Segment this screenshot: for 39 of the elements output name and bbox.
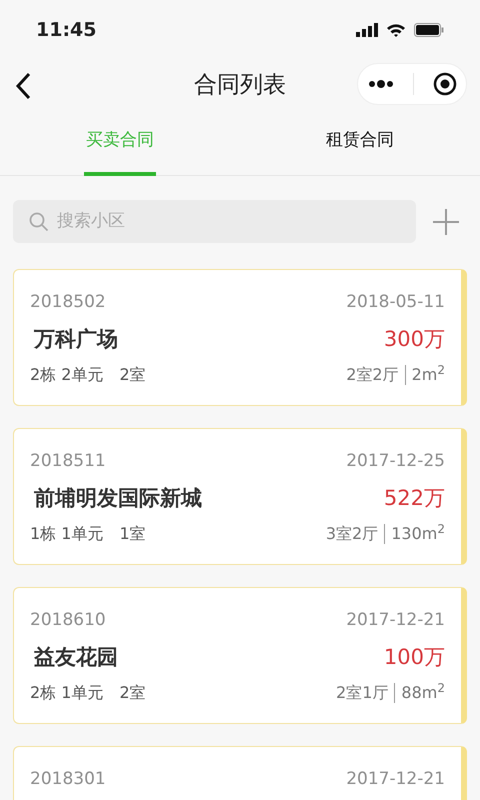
price: 100万	[384, 644, 445, 670]
price: 300万	[384, 326, 445, 352]
contract-date: 2017-12-25	[346, 450, 445, 473]
contract-number: 2018511	[30, 450, 106, 473]
contract-date: 2017-12-21	[346, 609, 445, 632]
room-layout: 2室2厅	[346, 364, 399, 386]
contract-card[interactable]: 2018511 2017-12-25 前埔明发国际新城 522万 1栋 1单元 1室 3室2厅 130m$^{2}$	[13, 428, 467, 565]
room-number: 1室	[119, 523, 146, 545]
room-number: 2室	[119, 364, 146, 386]
wifi-icon	[386, 22, 406, 38]
add-icon[interactable]	[432, 208, 460, 236]
tab[interactable]: 租赁合同	[324, 110, 396, 176]
community-name: 益友花园	[34, 644, 118, 670]
battery-icon	[414, 23, 444, 37]
status-time: 11:45	[36, 18, 96, 43]
room-layout: 2室1厅	[336, 682, 388, 704]
search-icon	[29, 212, 49, 232]
contract-number: 2018301	[30, 768, 106, 791]
building-unit: 1栋 1单元	[30, 523, 104, 545]
signal-icon	[356, 23, 378, 37]
building-unit: 2栋 2单元	[30, 364, 104, 386]
building-unit: 2栋 1单元	[30, 682, 104, 704]
contract-number: 2018502	[30, 291, 106, 314]
floor-area: 130m$^{2}$	[391, 522, 445, 546]
room-layout: 3室2厅	[326, 523, 378, 545]
more-icon[interactable]	[368, 80, 394, 88]
close-icon[interactable]	[432, 72, 456, 96]
community-name: 万科广场	[34, 326, 118, 352]
contract-number: 2018610	[30, 609, 106, 632]
contract-card[interactable]: 2018610 2017-12-21 益友花园 100万 2栋 1单元 2室 2室1厅 88m$^{2}$	[13, 587, 467, 724]
floor-area: 2m$^{2}$	[412, 363, 445, 387]
contract-date: 2018-05-11	[346, 291, 445, 314]
room-number: 2室	[119, 682, 146, 704]
floor-area: 88m$^{2}$	[401, 681, 445, 705]
page-title: 合同列表	[194, 70, 286, 100]
price: 522万	[384, 484, 445, 512]
contract-date: 2017-12-21	[346, 768, 445, 791]
community-name: 前埔明发国际新城	[34, 484, 202, 512]
contract-card[interactable]: 2018502 2018-05-11 万科广场 300万 2栋 2单元 2室 2室2厅 2m$^{2}$	[13, 269, 467, 406]
